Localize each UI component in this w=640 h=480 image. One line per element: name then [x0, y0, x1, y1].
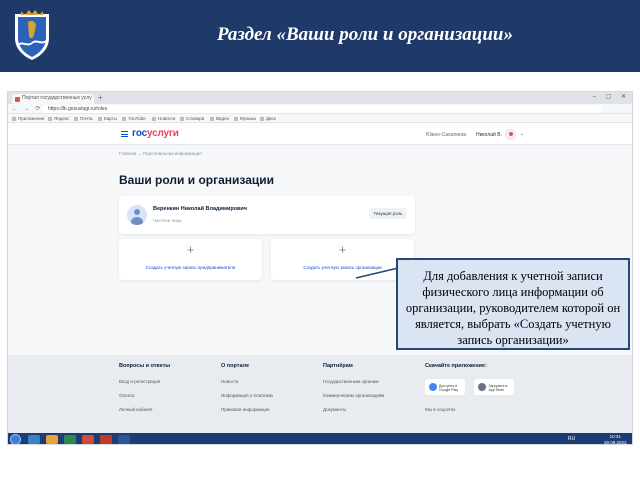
footer-link[interactable]: Личный кабинет [119, 407, 170, 412]
browser-tab-strip: Портал государственных услу + – ▢ ✕ [8, 92, 632, 104]
bookmark-item[interactable]: Яндекс [48, 116, 69, 121]
person-role-card[interactable]: Веренкин Николай Владимирович Частное ли… [119, 196, 415, 234]
folder-icon[interactable] [46, 435, 58, 444]
bookmark-item[interactable]: Карты [98, 116, 117, 121]
footer-heading: Партнёрам [323, 363, 353, 369]
word-icon[interactable] [118, 435, 130, 444]
chrome-icon[interactable] [82, 435, 94, 444]
slide-title: Раздел «Ваши роли и организации» [217, 24, 513, 45]
bookmark-icon [260, 116, 264, 121]
footer-link[interactable]: Вход и регистрация [119, 379, 170, 384]
person-avatar-icon [127, 205, 147, 225]
bookmarks-bar: Приложения Яндекс Почта Карты YouTube Но… [8, 114, 632, 123]
plus-icon: + [338, 242, 347, 257]
bookmark-item[interactable]: Словари [180, 116, 204, 121]
bookmark-icon [210, 116, 214, 121]
footer-link[interactable]: Информация о платежах [221, 393, 273, 398]
footer-link[interactable]: Мы в соцсетях [425, 407, 519, 412]
footer-column: О портале Новости Информация о платежах … [221, 363, 273, 421]
page-title: Ваши роли и организации [119, 173, 275, 187]
footer-link[interactable]: Новости [221, 379, 273, 384]
browser-toolbar: ← → ⟳ https://lk.gosuslugi.ru/roles [8, 104, 632, 114]
bookmark-item[interactable]: YouTube [122, 116, 146, 121]
menu-icon[interactable] [121, 131, 128, 137]
create-organization-link[interactable]: Создать учетную запись организации [271, 265, 414, 270]
plus-icon: + [186, 242, 195, 257]
current-role-button[interactable]: Текущая роль [369, 208, 407, 219]
user-name[interactable]: Николай В. [476, 132, 502, 138]
bookmark-icon [180, 116, 184, 121]
bookmark-item[interactable]: Новости [152, 116, 175, 121]
bookmark-icon [98, 116, 102, 121]
region-selector[interactable]: Южно-Сахалинск [426, 132, 466, 138]
footer-link[interactable]: Правовая информация [221, 407, 273, 412]
window-controls[interactable]: – ▢ ✕ [593, 93, 630, 100]
bookmark-item[interactable]: Диск [260, 116, 276, 121]
footer-heading: О портале [221, 363, 250, 369]
google-play-icon [429, 383, 437, 391]
callout-text: Для добавления к учетной записи физическ… [405, 269, 621, 347]
bookmark-item[interactable]: Видео [210, 116, 229, 121]
create-entrepreneur-link[interactable]: Создать учетную запись предпринимателя [119, 265, 262, 270]
bookmark-icon [152, 116, 156, 121]
footer-heading: Вопросы и ответы [119, 363, 171, 369]
slide-header: Раздел «Ваши роли и организации» [0, 0, 640, 72]
bookmark-icon [74, 116, 78, 121]
bookmark-icon [12, 116, 16, 121]
site-footer: Вопросы и ответы Вход и регистрация Опла… [8, 355, 632, 435]
footer-link[interactable]: Государственным органам [323, 379, 384, 384]
browser-tab[interactable]: Портал государственных услу [12, 94, 94, 104]
bookmark-icon [48, 116, 52, 121]
app-store-badges: Доступно в Google Play Загрузите в App S… [425, 379, 519, 397]
create-entrepreneur-card[interactable]: + Создать учетную запись предпринимателя [119, 239, 262, 280]
browser-tab-title: Портал государственных услу [22, 95, 92, 101]
callout-box: Для добавления к учетной записи физическ… [396, 258, 630, 350]
browser-nav-buttons[interactable]: ← → ⟳ [12, 105, 42, 112]
gosuslugi-logo[interactable]: госуслуги [132, 128, 179, 139]
create-organization-card[interactable]: + Создать учетную запись организации [271, 239, 414, 280]
taskbar-clock[interactable]: 10:31 28.09.2022 [604, 434, 627, 445]
person-name: Веренкин Николай Владимирович [153, 206, 247, 212]
footer-column: Партнёрам Государственным органам Коммер… [323, 363, 384, 421]
language-indicator[interactable]: RU [568, 436, 575, 442]
footer-heading: Скачайте приложение: [425, 363, 487, 369]
bookmark-item[interactable]: Музыка [234, 116, 256, 121]
footer-column: Скачайте приложение: Доступно в Google P… [425, 363, 519, 421]
media-icon[interactable] [64, 435, 76, 444]
new-tab-button[interactable]: + [98, 93, 103, 103]
person-role: Частное лицо [153, 218, 182, 223]
apple-icon [478, 383, 487, 391]
start-button-icon[interactable] [10, 434, 21, 444]
address-bar-url: https://lk.gosuslugi.ru/roles [48, 106, 108, 112]
breadcrumb[interactable]: Главная → Персональная информация [119, 151, 202, 156]
gosuslugi-header: госуслуги Южно-Сахалинск Николай В. ⌄ [8, 123, 632, 145]
explorer-icon[interactable] [28, 435, 40, 444]
google-play-badge[interactable]: Доступно в Google Play [425, 379, 465, 395]
bookmark-icon [122, 116, 126, 121]
bookmark-icon [234, 116, 238, 121]
address-bar[interactable]: https://lk.gosuslugi.ru/roles [42, 105, 602, 113]
clock-date: 28.09.2022 [604, 439, 627, 445]
footer-link[interactable]: Оплата [119, 393, 170, 398]
user-avatar-icon[interactable] [505, 129, 516, 140]
bookmark-item[interactable]: Приложения [12, 116, 44, 121]
windows-taskbar: RU 10:31 28.09.2022 [8, 433, 632, 445]
gosuslugi-favicon-icon [15, 97, 20, 102]
chevron-down-icon[interactable]: ⌄ [520, 131, 524, 137]
footer-link[interactable]: Коммерческим организациям [323, 393, 384, 398]
footer-column: Вопросы и ответы Вход и регистрация Опла… [119, 363, 170, 421]
pdf-icon[interactable] [100, 435, 112, 444]
app-store-badge[interactable]: Загрузите в App Store [474, 379, 515, 395]
footer-link[interactable]: Документы [323, 407, 384, 412]
bookmark-item[interactable]: Почта [74, 116, 93, 121]
